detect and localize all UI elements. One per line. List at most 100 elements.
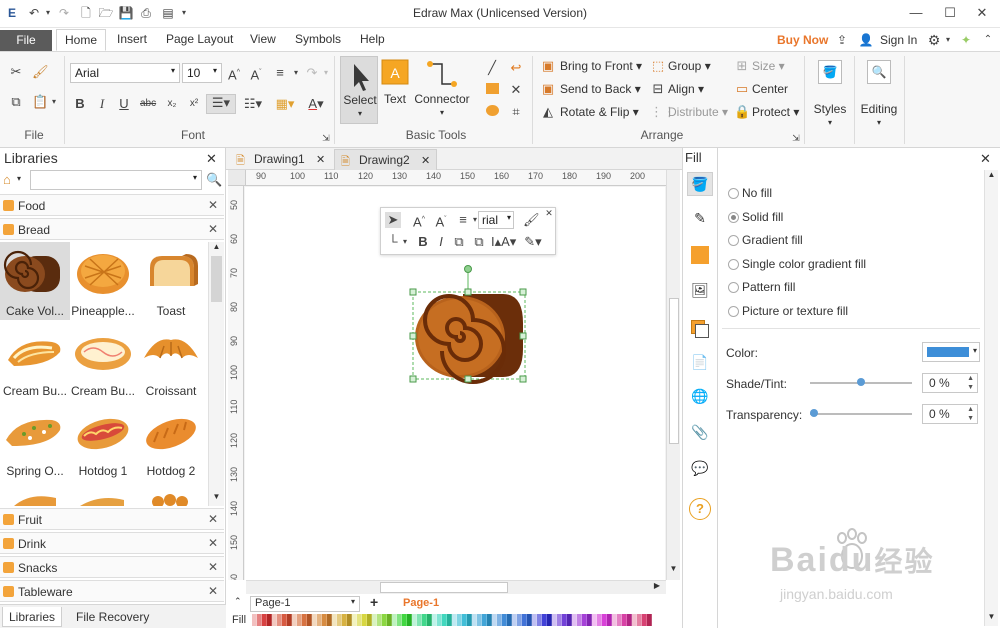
shrink-font-icon[interactable]: Aˇ — [433, 212, 449, 229]
spin-arrows-icon[interactable]: ▲ ▼ — [967, 374, 974, 392]
palette-swatch[interactable] — [372, 614, 377, 626]
canvas-vertical-scrollbar[interactable]: ▼ — [666, 170, 680, 580]
page-select[interactable]: Page-1 ▾ — [250, 596, 360, 612]
palette-swatch[interactable] — [587, 614, 592, 626]
share-icon[interactable]: ⇪ — [834, 32, 850, 48]
palette-swatch[interactable] — [477, 614, 482, 626]
cut-icon[interactable]: ✂ — [8, 64, 24, 80]
palette-swatch[interactable] — [332, 614, 337, 626]
close-category-icon[interactable]: ✕ — [208, 222, 218, 236]
copy-icon[interactable]: ⧉ — [8, 94, 24, 110]
tab-symbols[interactable]: Symbols — [295, 32, 341, 46]
palette-swatch[interactable] — [647, 614, 652, 626]
palette-swatch[interactable] — [312, 614, 317, 626]
paste-dropdown-icon[interactable]: ▾ — [46, 94, 62, 110]
resize-handle[interactable] — [519, 332, 527, 340]
sign-in-link[interactable]: Sign In — [880, 33, 917, 47]
radio-gradient-fill[interactable] — [728, 235, 739, 246]
close-toolbar-icon[interactable]: ✕ — [541, 205, 557, 221]
palette-swatch[interactable] — [387, 614, 392, 626]
hyperlink-icon[interactable]: 🌐 — [689, 388, 711, 410]
palette-swatch[interactable] — [637, 614, 642, 626]
font-size-select[interactable]: 10 ▾ — [182, 63, 222, 83]
palette-swatch[interactable] — [272, 614, 277, 626]
group-button[interactable]: Group ▾ — [668, 59, 711, 73]
font-color-icon[interactable]: A▾ — [304, 96, 328, 112]
rectangle-tool-icon[interactable] — [484, 82, 500, 98]
resize-handle[interactable] — [519, 288, 527, 296]
palette-swatch[interactable] — [407, 614, 412, 626]
shrink-font-icon[interactable]: Aˇ — [248, 65, 264, 82]
palette-swatch[interactable] — [367, 614, 372, 626]
tab-drawing1[interactable]: 🗎 Drawing1 ✕ — [230, 149, 331, 170]
tab-view[interactable]: View — [250, 32, 276, 46]
close-tab-icon[interactable]: ✕ — [421, 155, 430, 167]
palette-swatch[interactable] — [297, 614, 302, 626]
library-scrollbar[interactable]: ▲ ▼ — [208, 242, 224, 506]
shape-hotdog-2[interactable]: Hotdog 2 — [136, 402, 206, 480]
shape-croissant[interactable]: Croissant — [136, 322, 206, 400]
library-category-bread[interactable]: Bread ✕ — [0, 218, 224, 240]
palette-swatch[interactable] — [632, 614, 637, 626]
palette-swatch[interactable] — [422, 614, 427, 626]
tab-drawing2[interactable]: 🗎 Drawing2 ✕ — [334, 149, 438, 170]
shade-tint-input[interactable]: 0 % ▲ ▼ — [922, 373, 978, 393]
comment-icon[interactable]: 💬 — [689, 460, 711, 482]
collapse-ribbon-icon[interactable]: ⌃ — [980, 32, 996, 48]
palette-swatch[interactable] — [457, 614, 462, 626]
palette-swatch[interactable] — [377, 614, 382, 626]
palette-swatch[interactable] — [337, 614, 342, 626]
transparency-slider[interactable] — [810, 413, 912, 415]
shape-hotdog-1[interactable]: Hotdog 1 — [68, 402, 138, 480]
palette-swatch[interactable] — [537, 614, 542, 626]
palette-swatch[interactable] — [262, 614, 267, 626]
canvas-vscroll-thumb[interactable] — [669, 298, 679, 444]
crop-tool-icon[interactable]: ⌗ — [508, 104, 524, 120]
resize-handle[interactable] — [519, 375, 527, 383]
page-tab-active[interactable]: Page-1 — [403, 597, 439, 609]
palette-swatch[interactable] — [442, 614, 447, 626]
grow-font-icon[interactable]: A^ — [226, 65, 242, 82]
radio-solid-fill[interactable] — [728, 212, 739, 223]
palette-swatch[interactable] — [567, 614, 572, 626]
library-search-input[interactable]: ▾ — [30, 170, 202, 190]
line-spacing-button[interactable]: ☰▾ — [206, 94, 236, 114]
text-direction-icon[interactable]: I▴A▾ — [491, 234, 516, 250]
ellipse-tool-icon[interactable] — [484, 104, 500, 120]
palette-swatch[interactable] — [562, 614, 567, 626]
transparency-slider-knob[interactable] — [810, 409, 818, 417]
palette-swatch[interactable] — [602, 614, 607, 626]
library-home-dropdown-icon[interactable]: ▾ — [17, 174, 21, 183]
canvas-shape-cake-roll[interactable] — [405, 265, 531, 385]
shape-toast[interactable]: Toast — [136, 242, 206, 320]
tab-page-layout[interactable]: Page Layout — [166, 32, 233, 46]
scroll-down-icon[interactable]: ▼ — [667, 564, 680, 578]
palette-swatch[interactable] — [427, 614, 432, 626]
palette-swatch[interactable] — [597, 614, 602, 626]
tab-file-recovery[interactable]: File Recovery — [70, 607, 155, 627]
resize-handle[interactable] — [464, 288, 472, 296]
palette-swatch[interactable] — [402, 614, 407, 626]
format-painter-icon[interactable]: 🖌 — [32, 64, 49, 80]
add-page-icon[interactable]: + — [370, 594, 378, 610]
tab-help[interactable]: Help — [360, 32, 385, 46]
shape-cream-bun-2[interactable]: Cream Bu... — [68, 322, 138, 400]
font-name-select[interactable]: Arial ▾ — [70, 63, 180, 83]
palette-swatch[interactable] — [627, 614, 632, 626]
line-style-icon[interactable]: ✎ — [689, 210, 711, 232]
text-background-icon[interactable]: ▦▾ — [272, 96, 298, 112]
palette-swatch[interactable] — [482, 614, 487, 626]
styles-button[interactable]: 🪣 Styles ▾ — [810, 58, 850, 128]
palette-swatch[interactable] — [507, 614, 512, 626]
library-category-food[interactable]: Food ✕ — [0, 194, 224, 216]
fill-bucket-icon[interactable]: 🪣 — [687, 172, 713, 196]
close-window-icon[interactable]: ✕ — [972, 4, 992, 22]
help-icon[interactable]: ? — [689, 498, 711, 520]
scroll-up-icon[interactable]: ▲ — [985, 170, 998, 182]
palette-swatch[interactable] — [487, 614, 492, 626]
scroll-right-icon[interactable]: ▶ — [650, 581, 664, 593]
palette-swatch[interactable] — [292, 614, 297, 626]
palette-swatch[interactable] — [287, 614, 292, 626]
palette-swatch[interactable] — [577, 614, 582, 626]
library-category-drink[interactable]: Drink ✕ — [0, 532, 224, 554]
